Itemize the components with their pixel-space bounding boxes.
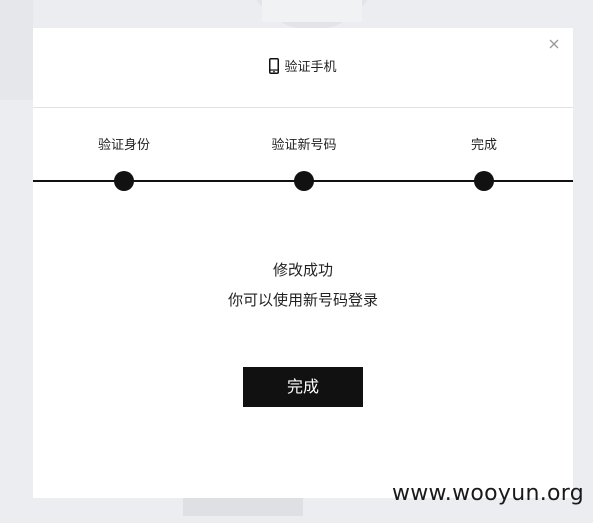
verify-phone-dialog: 验证手机 验证身份 验证新号码 完成 修改成功 你可以使用新号码登录 完成 [33,28,573,498]
success-description: 你可以使用新号码登录 [227,291,378,309]
step-label: 验证新号码 [271,138,337,153]
success-message: 修改成功 你可以使用新号码登录 [33,255,573,315]
close-icon [549,39,559,49]
mobile-phone-icon [269,58,280,74]
success-title: 修改成功 [272,261,333,279]
dialog-title-text: 验证手机 [284,60,337,75]
watermark: www.wooyun.org [391,481,584,506]
step-verify-new-number: 验证新号码 [249,138,359,191]
background-avatar-inner [262,0,362,22]
done-button[interactable]: 完成 [243,367,363,407]
background-panel [0,0,33,100]
step-label: 验证身份 [97,138,150,153]
step-label: 完成 [470,138,497,153]
progress-steps: 验证身份 验证新号码 完成 [33,138,573,198]
step-dot [294,171,314,191]
step-dot [114,171,134,191]
step-verify-identity: 验证身份 [69,138,179,191]
dialog-title: 验证手机 [33,58,573,78]
background-button [183,498,303,516]
step-complete: 完成 [429,138,539,191]
dialog-header: 验证手机 [33,28,573,108]
close-button[interactable] [546,36,562,52]
step-dot [474,171,494,191]
